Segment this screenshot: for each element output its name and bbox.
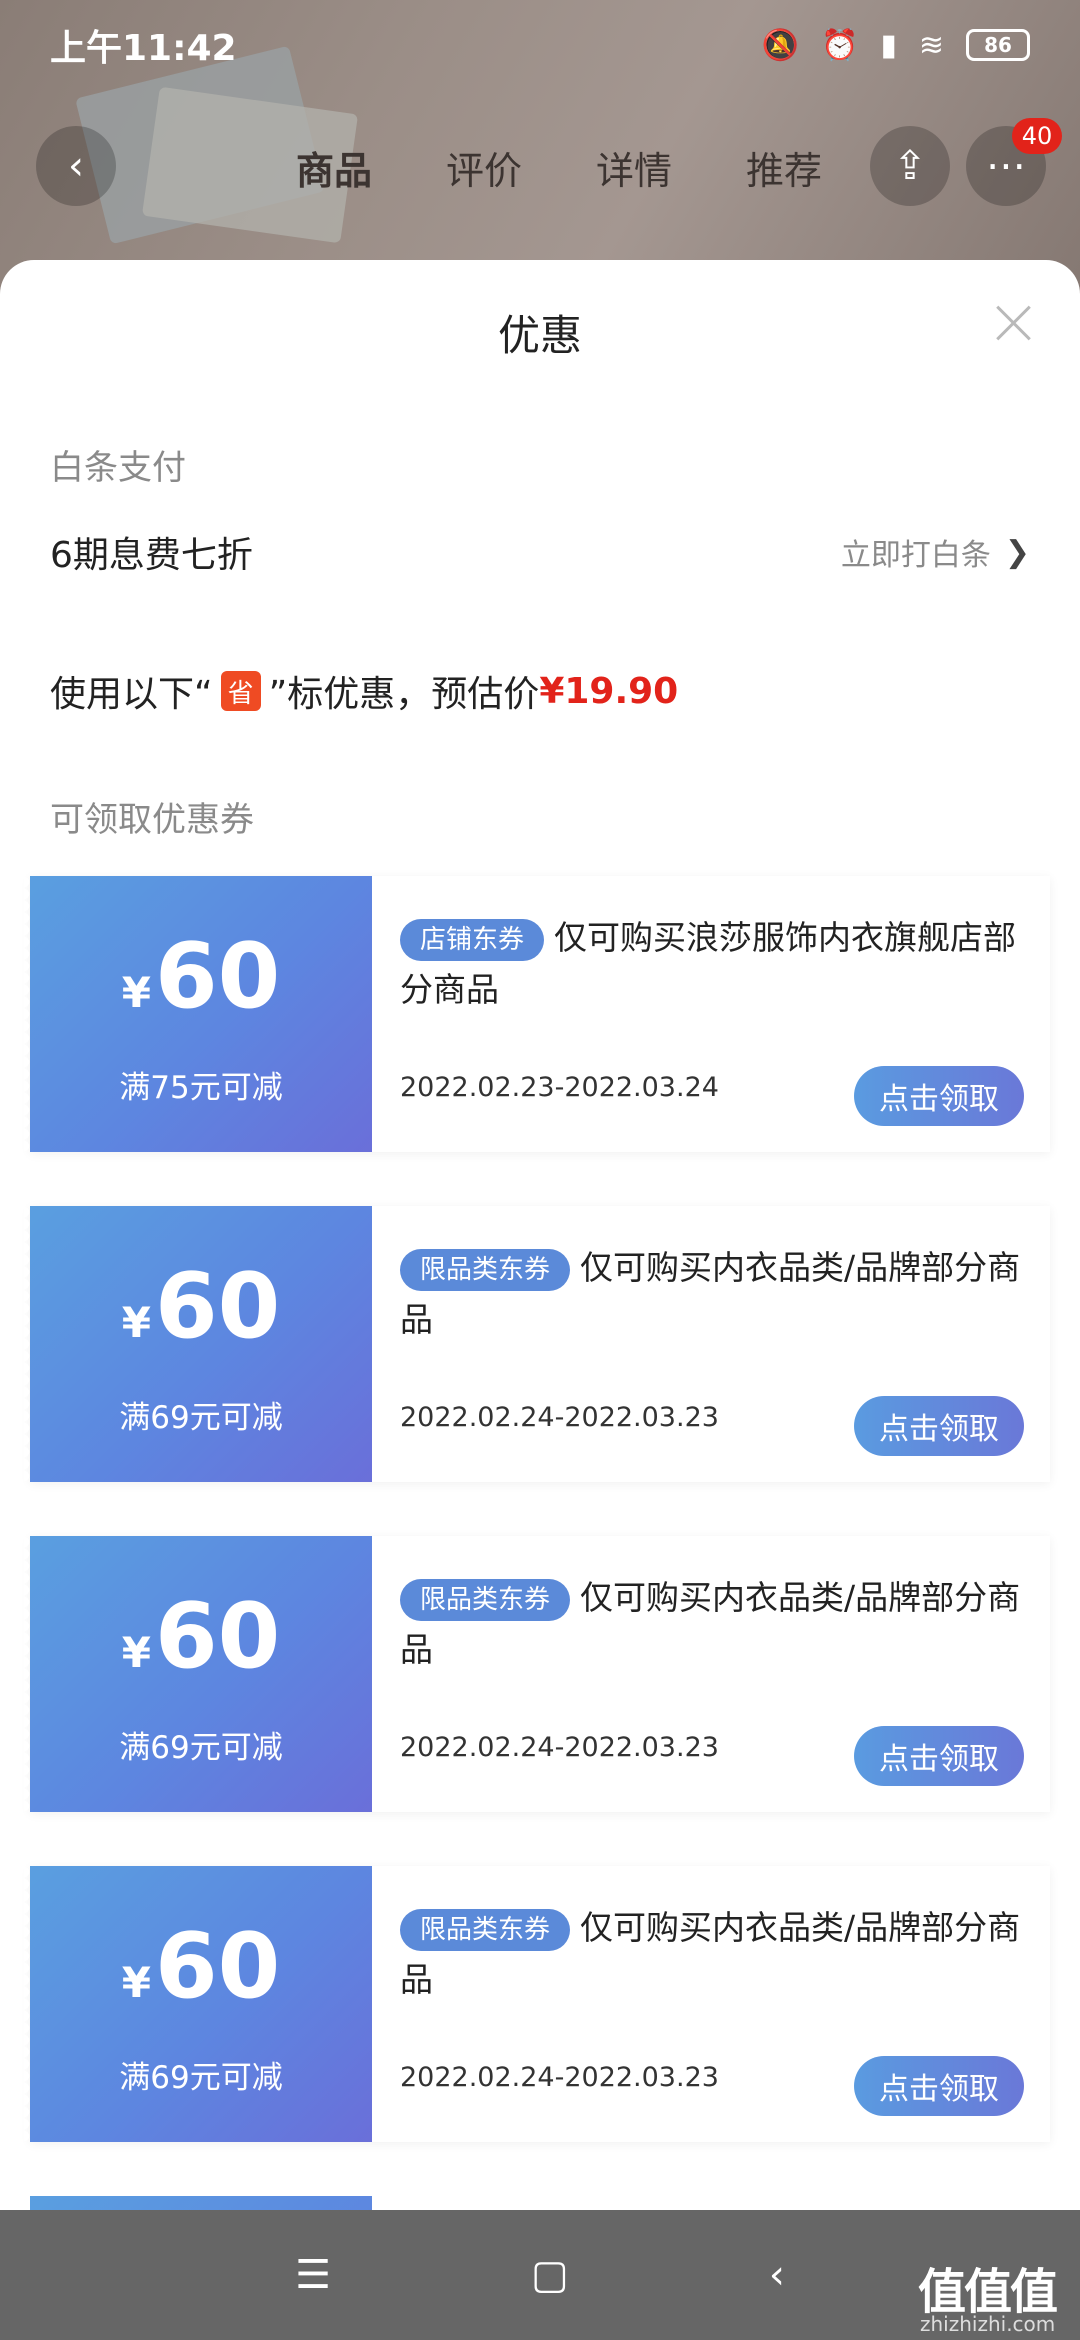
coupon-amount: ¥60 [30,932,372,1022]
coupon-description: 店铺东券 仅可购买浪莎服饰内衣旗舰店部分商品 [400,912,1040,1016]
mute-icon: 🔕 [761,27,799,63]
tab-goods[interactable]: 商品 [296,140,372,195]
message-count-badge: 40 [1012,118,1062,154]
coupons-section-label: 可领取优惠券 [50,800,254,840]
watermark-url: zhizhizhi.com [920,2312,1056,2336]
coupon-tag: 店铺东券 [400,918,545,961]
share-button[interactable]: ⇪ [870,126,950,206]
coupon-amount-value: 60 [154,924,281,1029]
coupon-date: 2022.02.23-2022.03.24 [400,1072,719,1103]
coupon-value-panel: ¥60 满75元可减 [24,876,372,1152]
yen-sign: ¥ [121,1628,151,1677]
baitiao-section-label: 白条支付 [50,448,186,488]
top-navigation: ‹ 商品 评价 详情 推荐 ⇪ ⋯ 40 [0,118,1080,218]
coupon-date: 2022.02.24-2022.03.23 [400,1732,719,1763]
coupon-card: ¥60 满69元可减 限品类东券 仅可购买内衣品类/品牌部分商品 2022.02.… [24,1536,1050,1812]
coupon-amount: ¥60 [30,1922,372,2012]
chevron-right-icon: ❯ [1004,534,1030,570]
chevron-left-icon: ‹ [68,143,84,189]
status-bar: 上午11:42 🔕 ⏰ ▮ ≋ 86 [0,0,1080,90]
coupon-tag: 限品类东券 [400,1248,571,1291]
estimated-price-line: 使用以下“ 省 ”标优惠，预估价 ¥19.90 [50,665,678,717]
coupon-value-panel: ¥60 满69元可减 [24,1536,372,1812]
wifi-icon: ≋ [918,27,944,63]
coupon-card: ¥60 满69元可减 限品类东券 仅可购买内衣品类/品牌部分商品 2022.02.… [24,1206,1050,1482]
baitiao-row[interactable]: 6期息费七折 立即打白条 ❯ [50,526,1030,578]
tab-details[interactable]: 详情 [596,140,672,195]
yen-sign: ¥ [121,1298,151,1347]
sheng-icon: 省 [220,671,261,711]
yen-sign: ¥ [121,968,151,1017]
coupon-amount: ¥60 [30,1262,372,1352]
promo-prefix: 使用以下“ [50,674,213,715]
menu-icon[interactable]: ☰ [295,2252,331,2298]
coupon-amount-value: 60 [154,1584,281,1689]
coupon-condition: 满69元可减 [119,1730,283,1766]
status-time: 上午11:42 [50,28,237,69]
coupon-card-partial [30,2196,1050,2210]
coupon-description: 限品类东券 仅可购买内衣品类/品牌部分商品 [400,1902,1040,2006]
sheet-title: 优惠 [497,311,582,360]
coupon-tag: 限品类东券 [400,1908,571,1951]
coupon-card: ¥60 满75元可减 店铺东券 仅可购买浪莎服饰内衣旗舰店部分商品 2022.02… [24,876,1050,1152]
status-icons: 🔕 ⏰ ▮ ≋ 86 [762,28,1030,63]
product-tabs: 商品 评价 详情 推荐 [296,140,822,195]
coupon-value-panel: ¥60 满69元可减 [24,1866,372,2142]
back-icon[interactable]: ‹ [769,2252,785,2298]
claim-coupon-button[interactable]: 点击领取 [854,2056,1024,2116]
coupon-description: 限品类东券 仅可购买内衣品类/品牌部分商品 [400,1242,1040,1346]
claim-coupon-button[interactable]: 点击领取 [854,1726,1024,1786]
yen-sign: ¥ [121,1958,151,2007]
coupon-card: ¥60 满69元可减 限品类东券 仅可购买内衣品类/品牌部分商品 2022.02.… [24,1866,1050,2142]
coupon-amount: ¥60 [30,1592,372,1682]
coupon-condition: 满69元可减 [119,1400,283,1436]
estimated-price: ¥19.90 [539,670,679,712]
alarm-icon: ⏰ [820,27,859,63]
back-button[interactable]: ‹ [36,126,116,206]
coupon-condition: 满75元可减 [119,1070,283,1106]
coupon-date: 2022.02.24-2022.03.23 [400,1402,719,1433]
claim-coupon-button[interactable]: 点击领取 [854,1066,1024,1126]
home-icon[interactable]: ▢ [531,2252,569,2298]
coupon-date: 2022.02.24-2022.03.23 [400,2062,719,2093]
coupon-description: 限品类东券 仅可购买内衣品类/品牌部分商品 [400,1572,1040,1676]
tab-recommend[interactable]: 推荐 [746,140,822,195]
baitiao-action[interactable]: 立即打白条 ❯ [841,530,1030,574]
discount-sheet: 优惠 白条支付 6期息费七折 立即打白条 ❯ 使用以下“ 省 ”标优惠，预估价 … [0,260,1080,2210]
coupon-value-panel: ¥60 满69元可减 [24,1206,372,1482]
promo-middle: ”标优惠，预估价 [268,674,540,715]
share-icon: ⇪ [893,143,927,189]
close-icon[interactable] [994,304,1032,342]
claim-coupon-button[interactable]: 点击领取 [854,1396,1024,1456]
tab-reviews[interactable]: 评价 [446,140,522,195]
signal-icon: ▮ [880,27,897,63]
baitiao-action-label: 立即打白条 [840,538,991,573]
coupon-tag: 限品类东券 [400,1578,571,1621]
battery-icon: 86 [966,29,1030,61]
coupon-value-panel [30,2196,372,2210]
coupon-condition: 满69元可减 [119,2060,283,2096]
baitiao-offer: 6期息费七折 [50,535,253,576]
coupon-amount-value: 60 [154,1254,281,1359]
coupon-amount-value: 60 [154,1914,281,2019]
